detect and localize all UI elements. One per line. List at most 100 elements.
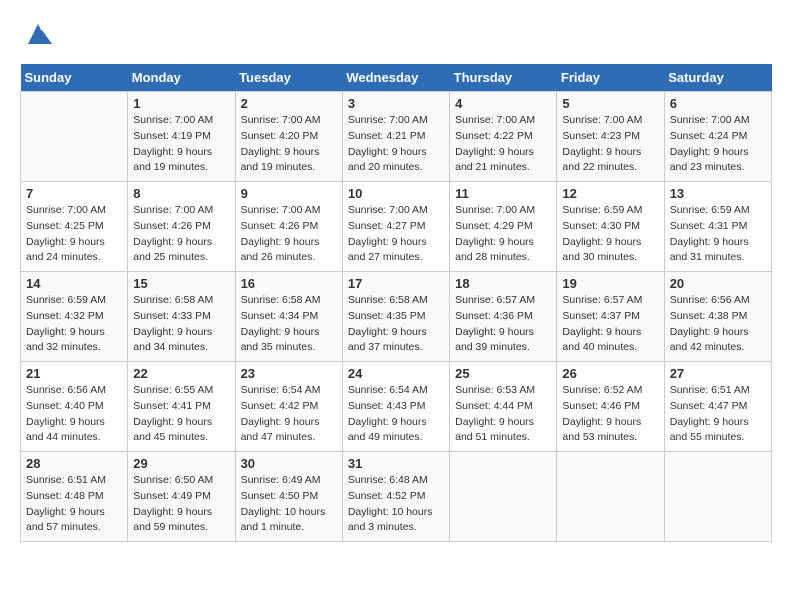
day-info: Sunrise: 6:54 AMSunset: 4:42 PMDaylight:… — [241, 383, 337, 446]
weekday-header-sunday: Sunday — [21, 64, 128, 92]
day-number: 14 — [26, 276, 122, 291]
day-number: 25 — [455, 366, 551, 381]
logo — [20, 20, 52, 48]
week-row-1: 1 Sunrise: 7:00 AMSunset: 4:19 PMDaylight… — [21, 92, 772, 182]
week-row-5: 28 Sunrise: 6:51 AMSunset: 4:48 PMDayligh… — [21, 452, 772, 542]
weekday-header-friday: Friday — [557, 64, 664, 92]
calendar-cell: 20 Sunrise: 6:56 AMSunset: 4:38 PMDayligh… — [664, 272, 771, 362]
week-row-3: 14Sunrise: 6:59 AMSunset: 4:32 PMDayligh… — [21, 272, 772, 362]
day-info: Sunrise: 6:56 AMSunset: 4:38 PMDaylight:… — [670, 293, 766, 356]
day-info: Sunrise: 6:57 AMSunset: 4:36 PMDaylight:… — [455, 293, 551, 356]
day-info: Sunrise: 6:55 AMSunset: 4:41 PMDaylight:… — [133, 383, 229, 446]
weekday-header-wednesday: Wednesday — [342, 64, 449, 92]
calendar-cell — [557, 452, 664, 542]
day-info: Sunrise: 7:00 AMSunset: 4:21 PMDaylight:… — [348, 113, 444, 176]
day-info: Sunrise: 6:53 AMSunset: 4:44 PMDaylight:… — [455, 383, 551, 446]
day-info: Sunrise: 6:51 AMSunset: 4:47 PMDaylight:… — [670, 383, 766, 446]
day-info: Sunrise: 7:00 AMSunset: 4:19 PMDaylight:… — [133, 113, 229, 176]
calendar-cell: 7Sunrise: 7:00 AMSunset: 4:25 PMDaylight… — [21, 182, 128, 272]
day-number: 10 — [348, 186, 444, 201]
day-number: 21 — [26, 366, 122, 381]
calendar-cell: 22Sunrise: 6:55 AMSunset: 4:41 PMDayligh… — [128, 362, 235, 452]
day-number: 5 — [562, 96, 658, 111]
calendar-cell: 18 Sunrise: 6:57 AMSunset: 4:36 PMDayligh… — [450, 272, 557, 362]
logo-icon — [24, 20, 52, 48]
calendar-cell: 28 Sunrise: 6:51 AMSunset: 4:48 PMDayligh… — [21, 452, 128, 542]
day-info: Sunrise: 6:50 AMSunset: 4:49 PMDaylight:… — [133, 473, 229, 536]
calendar-cell: 26 Sunrise: 6:52 AMSunset: 4:46 PMDayligh… — [557, 362, 664, 452]
day-number: 4 — [455, 96, 551, 111]
calendar-cell: 11 Sunrise: 7:00 AMSunset: 4:29 PMDayligh… — [450, 182, 557, 272]
day-info: Sunrise: 7:00 AMSunset: 4:23 PMDaylight:… — [562, 113, 658, 176]
day-number: 17 — [348, 276, 444, 291]
day-info: Sunrise: 7:00 AMSunset: 4:26 PMDaylight:… — [133, 203, 229, 266]
calendar-cell: 9 Sunrise: 7:00 AMSunset: 4:26 PMDaylight… — [235, 182, 342, 272]
calendar-cell: 24 Sunrise: 6:54 AMSunset: 4:43 PMDayligh… — [342, 362, 449, 452]
calendar-cell: 1 Sunrise: 7:00 AMSunset: 4:19 PMDaylight… — [128, 92, 235, 182]
day-info: Sunrise: 7:00 AMSunset: 4:29 PMDaylight:… — [455, 203, 551, 266]
calendar-cell: 25 Sunrise: 6:53 AMSunset: 4:44 PMDayligh… — [450, 362, 557, 452]
day-info: Sunrise: 6:51 AMSunset: 4:48 PMDaylight:… — [26, 473, 122, 536]
day-number: 3 — [348, 96, 444, 111]
calendar-cell: 19 Sunrise: 6:57 AMSunset: 4:37 PMDayligh… — [557, 272, 664, 362]
calendar-cell: 17 Sunrise: 6:58 AMSunset: 4:35 PMDayligh… — [342, 272, 449, 362]
calendar-cell: 14Sunrise: 6:59 AMSunset: 4:32 PMDayligh… — [21, 272, 128, 362]
calendar-cell — [21, 92, 128, 182]
day-number: 8 — [133, 186, 229, 201]
calendar-cell: 12 Sunrise: 6:59 AMSunset: 4:30 PMDayligh… — [557, 182, 664, 272]
day-info: Sunrise: 7:00 AMSunset: 4:20 PMDaylight:… — [241, 113, 337, 176]
day-info: Sunrise: 6:56 AMSunset: 4:40 PMDaylight:… — [26, 383, 122, 446]
day-number: 13 — [670, 186, 766, 201]
day-number: 29 — [133, 456, 229, 471]
calendar-cell: 29 Sunrise: 6:50 AMSunset: 4:49 PMDayligh… — [128, 452, 235, 542]
day-info: Sunrise: 6:59 AMSunset: 4:30 PMDaylight:… — [562, 203, 658, 266]
day-number: 30 — [241, 456, 337, 471]
day-info: Sunrise: 7:00 AMSunset: 4:24 PMDaylight:… — [670, 113, 766, 176]
weekday-header-tuesday: Tuesday — [235, 64, 342, 92]
day-number: 28 — [26, 456, 122, 471]
week-row-2: 7Sunrise: 7:00 AMSunset: 4:25 PMDaylight… — [21, 182, 772, 272]
day-number: 9 — [241, 186, 337, 201]
day-info: Sunrise: 6:59 AMSunset: 4:31 PMDaylight:… — [670, 203, 766, 266]
day-number: 12 — [562, 186, 658, 201]
week-row-4: 21 Sunrise: 6:56 AMSunset: 4:40 PMDayligh… — [21, 362, 772, 452]
calendar-cell: 2 Sunrise: 7:00 AMSunset: 4:20 PMDaylight… — [235, 92, 342, 182]
day-number: 18 — [455, 276, 551, 291]
calendar-cell: 4Sunrise: 7:00 AMSunset: 4:22 PMDaylight… — [450, 92, 557, 182]
day-number: 11 — [455, 186, 551, 201]
day-info: Sunrise: 6:49 AMSunset: 4:50 PMDaylight:… — [241, 473, 337, 536]
day-number: 15 — [133, 276, 229, 291]
day-number: 31 — [348, 456, 444, 471]
calendar-cell: 27 Sunrise: 6:51 AMSunset: 4:47 PMDayligh… — [664, 362, 771, 452]
day-info: Sunrise: 6:58 AMSunset: 4:33 PMDaylight:… — [133, 293, 229, 356]
weekday-header-saturday: Saturday — [664, 64, 771, 92]
calendar-cell: 10 Sunrise: 7:00 AMSunset: 4:27 PMDayligh… — [342, 182, 449, 272]
calendar-cell: 30 Sunrise: 6:49 AMSunset: 4:50 PMDayligh… — [235, 452, 342, 542]
calendar-table: SundayMondayTuesdayWednesdayThursdayFrid… — [20, 64, 772, 542]
calendar-cell — [450, 452, 557, 542]
day-number: 1 — [133, 96, 229, 111]
day-number: 16 — [241, 276, 337, 291]
day-number: 24 — [348, 366, 444, 381]
calendar-cell: 6Sunrise: 7:00 AMSunset: 4:24 PMDaylight… — [664, 92, 771, 182]
day-number: 2 — [241, 96, 337, 111]
calendar-cell: 5 Sunrise: 7:00 AMSunset: 4:23 PMDaylight… — [557, 92, 664, 182]
calendar-cell: 31Sunrise: 6:48 AMSunset: 4:52 PMDayligh… — [342, 452, 449, 542]
day-number: 27 — [670, 366, 766, 381]
day-info: Sunrise: 7:00 AMSunset: 4:27 PMDaylight:… — [348, 203, 444, 266]
day-number: 19 — [562, 276, 658, 291]
day-info: Sunrise: 6:52 AMSunset: 4:46 PMDaylight:… — [562, 383, 658, 446]
day-number: 26 — [562, 366, 658, 381]
day-info: Sunrise: 6:58 AMSunset: 4:35 PMDaylight:… — [348, 293, 444, 356]
calendar-cell: 8 Sunrise: 7:00 AMSunset: 4:26 PMDaylight… — [128, 182, 235, 272]
day-info: Sunrise: 6:57 AMSunset: 4:37 PMDaylight:… — [562, 293, 658, 356]
weekday-header-monday: Monday — [128, 64, 235, 92]
calendar-cell — [664, 452, 771, 542]
day-info: Sunrise: 7:00 AMSunset: 4:26 PMDaylight:… — [241, 203, 337, 266]
calendar-cell: 16Sunrise: 6:58 AMSunset: 4:34 PMDayligh… — [235, 272, 342, 362]
weekday-header-thursday: Thursday — [450, 64, 557, 92]
day-number: 23 — [241, 366, 337, 381]
day-number: 20 — [670, 276, 766, 291]
calendar-cell: 23 Sunrise: 6:54 AMSunset: 4:42 PMDayligh… — [235, 362, 342, 452]
day-info: Sunrise: 6:54 AMSunset: 4:43 PMDaylight:… — [348, 383, 444, 446]
